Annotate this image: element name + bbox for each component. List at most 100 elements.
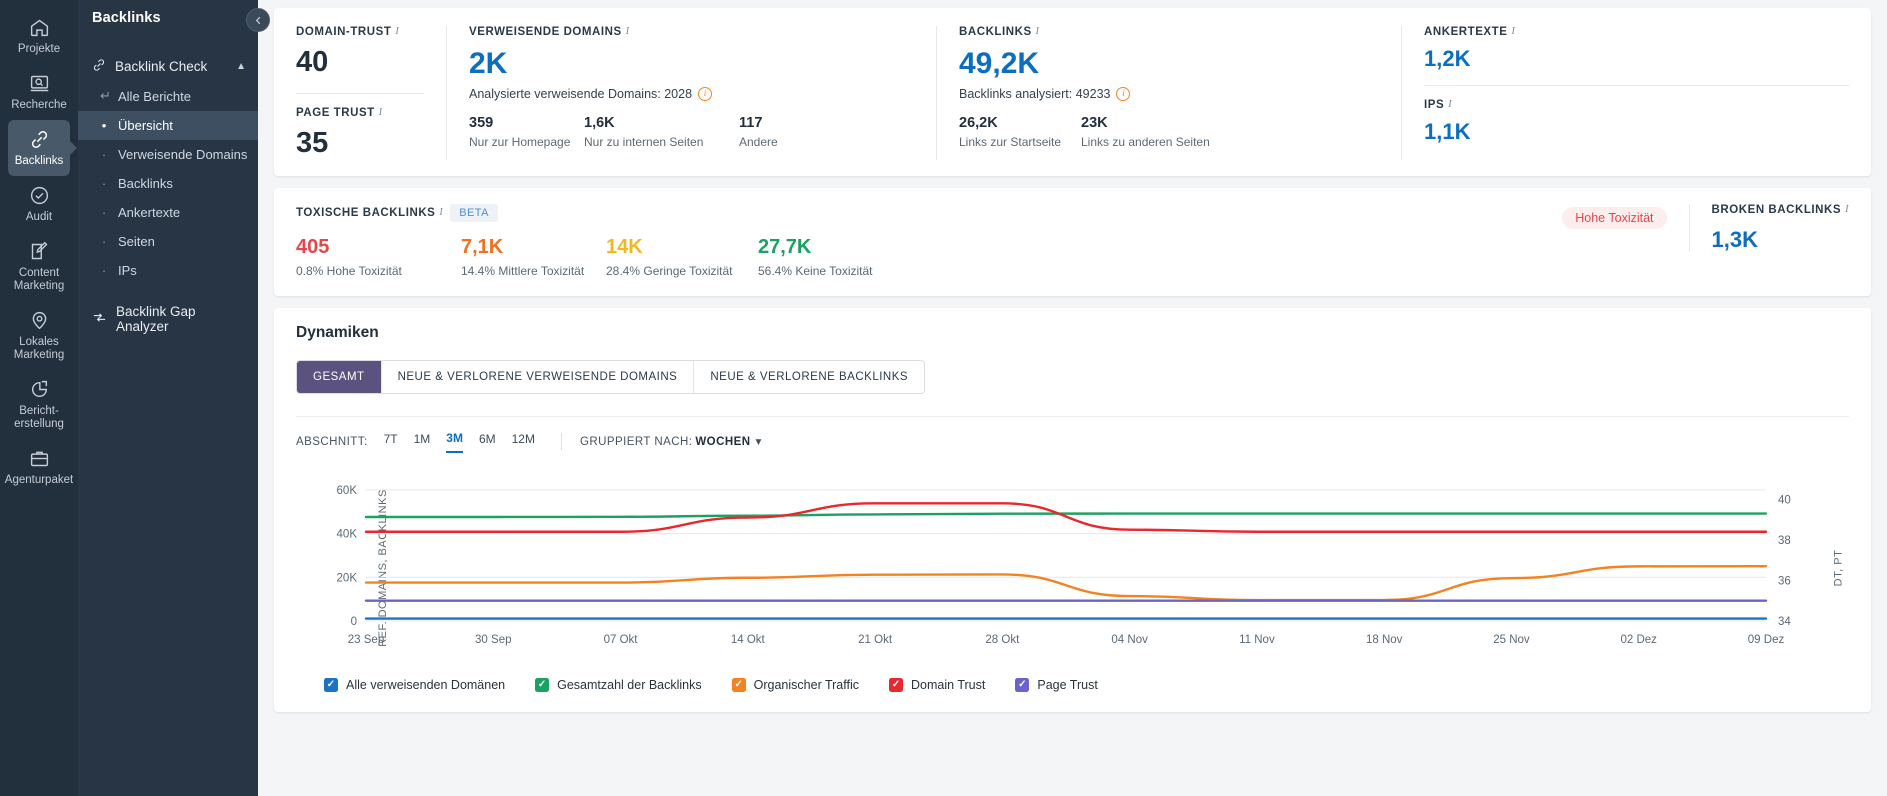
sidebar-item-label: Alle Berichte	[118, 88, 191, 104]
backlinks-subtext: Backlinks analysiert: 49233 i	[959, 87, 1379, 101]
toxic-backlinks-label: TOXISCHE BACKLINKS i	[296, 206, 444, 219]
checkbox-checked-icon: ✓	[731, 677, 746, 692]
tab-gesamt[interactable]: GESAMT	[297, 360, 382, 393]
svg-text:11 Nov: 11 Nov	[1239, 634, 1275, 646]
period-3m[interactable]: 3M	[446, 431, 463, 453]
rail-item-backlinks[interactable]: Backlinks	[8, 120, 70, 176]
sidebar-item-uebersicht[interactable]: • Übersicht	[78, 111, 258, 140]
sidebar-item-seiten[interactable]: · Seiten	[78, 227, 258, 256]
info-icon[interactable]: i	[379, 107, 383, 118]
period-6m[interactable]: 6M	[479, 432, 496, 452]
sidebar-item-ips[interactable]: · IPs	[78, 256, 258, 285]
rail-item-content-marketing[interactable]: Content Marketing	[0, 232, 78, 301]
rail-item-agenturpaket[interactable]: Agenturpaket	[0, 439, 78, 495]
briefcase-icon	[29, 448, 50, 469]
rail-item-lokales-marketing[interactable]: Lokales Marketing	[0, 301, 78, 370]
broken-backlinks-section: BROKEN BACKLINKS i 1,3K	[1688, 203, 1849, 252]
legend-item-domain-trust[interactable]: ✓ Domain Trust	[889, 677, 986, 692]
backlinks-value[interactable]: 49,2K	[959, 47, 1379, 80]
svg-text:40: 40	[1778, 494, 1791, 506]
grouped-by-label: GRUPPIERT NACH:	[579, 435, 693, 448]
sidebar-title: Backlinks	[92, 10, 161, 26]
rail-item-label: Recherche	[11, 99, 67, 111]
rail-item-label: Bericht- erstellung	[14, 405, 64, 430]
toxic-item-keine[interactable]: 27,7K 56.4% Keine Toxizität	[758, 236, 873, 278]
rail-item-audit[interactable]: Audit	[0, 176, 78, 232]
rail-item-label: Agenturpaket	[4, 474, 74, 486]
checkbox-checked-icon: ✓	[889, 677, 904, 692]
svg-text:18 Nov: 18 Nov	[1366, 634, 1403, 646]
svg-text:40K: 40K	[337, 528, 358, 540]
rail-item-projekte[interactable]: Projekte	[0, 8, 78, 64]
page-trust-label: PAGE TRUST i	[296, 106, 383, 119]
tab-neue-verlorene-verweisende-domains[interactable]: NEUE & VERLORENE VERWEISENDE DOMAINS	[381, 360, 695, 393]
svg-text:28 Okt: 28 Okt	[985, 634, 1020, 646]
svg-text:04 Nov: 04 Nov	[1111, 634, 1148, 646]
edit-square-icon	[29, 241, 50, 262]
toxic-item-gering[interactable]: 14K 28.4% Geringe Toxizität	[606, 236, 758, 278]
grouped-by-dropdown[interactable]: GRUPPIERT NACH: WOCHEN ▼	[580, 436, 764, 448]
period-label: ABSCHNITT:	[296, 435, 368, 448]
rail-item-berichterstellung[interactable]: Bericht- erstellung	[0, 370, 78, 439]
info-icon[interactable]: i	[1448, 99, 1452, 110]
rail-item-label: Lokales Marketing	[13, 336, 65, 361]
info-icon[interactable]: i	[439, 207, 443, 218]
referring-domains-value[interactable]: 2K	[469, 47, 914, 80]
svg-text:25 Nov: 25 Nov	[1493, 634, 1530, 646]
sidebar-item-ankertexte[interactable]: · Ankertexte	[78, 198, 258, 227]
divider	[1424, 85, 1849, 87]
period-1m[interactable]: 1M	[414, 432, 431, 452]
divider	[560, 433, 562, 451]
legend-label: Domain Trust	[911, 677, 986, 692]
info-circle-icon[interactable]: i	[1116, 87, 1131, 101]
checkbox-checked-icon: ✓	[324, 677, 338, 692]
anchor-texts-value[interactable]: 1,2K	[1424, 46, 1849, 71]
period-7t[interactable]: 7T	[384, 432, 398, 452]
sidebar-collapse-button[interactable]	[246, 8, 270, 32]
broken-backlinks-value[interactable]: 1,3K	[1712, 227, 1849, 252]
domain-trust-value: 40	[296, 46, 329, 78]
beta-badge[interactable]: BETA	[450, 203, 498, 222]
svg-text:0: 0	[351, 616, 357, 628]
svg-text:34: 34	[1778, 616, 1791, 628]
legend-item-verweisende-domaenen[interactable]: ✓ Alle verweisenden Domänen	[324, 677, 505, 692]
info-icon[interactable]: i	[626, 26, 630, 37]
sidebar-item-label: Seiten	[118, 234, 155, 249]
info-icon[interactable]: i	[1845, 204, 1849, 215]
info-icon[interactable]: i	[1036, 26, 1040, 37]
sidebar-item-label: Ankertexte	[118, 205, 181, 220]
high-toxicity-badge[interactable]: Hohe Toxizität	[1562, 206, 1667, 229]
tab-neue-verlorene-backlinks[interactable]: NEUE & VERLORENE BACKLINKS	[694, 360, 925, 393]
info-icon[interactable]: i	[1511, 26, 1515, 37]
divider	[296, 92, 424, 94]
split-other: 117 Andere	[739, 115, 778, 149]
rail-item-recherche[interactable]: Recherche	[0, 64, 78, 120]
kpi-referring-domains-column: VERWEISENDE DOMAINS i 2K Analysierte ver…	[446, 26, 936, 160]
toxic-values-row: 405 0.8% Hohe Toxizität 7,1K 14.4% Mittl…	[296, 236, 926, 278]
legend-item-gesamtzahl-backlinks[interactable]: ✓ Gesamtzahl der Backlinks	[535, 677, 702, 692]
info-circle-icon[interactable]: i	[698, 87, 713, 101]
ips-value[interactable]: 1,1K	[1424, 119, 1849, 144]
chevron-up-icon: ▲	[236, 61, 246, 72]
dash-icon: ·	[101, 263, 107, 278]
primary-nav-rail: Projekte Recherche Backlinks Audit Conte…	[0, 0, 78, 796]
sidebar-item-backlink-gap-analyzer[interactable]: Backlink Gap Analyzer	[78, 297, 258, 341]
sidebar-item-backlinks[interactable]: · Backlinks	[78, 169, 258, 198]
chart-legend: ✓ Alle verweisenden Domänen ✓ Gesamtzahl…	[296, 666, 1849, 706]
legend-item-organischer-traffic[interactable]: ✓ Organischer Traffic	[731, 677, 860, 692]
period-selector-bar: ABSCHNITT: 7T 1M 3M 6M 12M GRUPPIERT NAC…	[296, 415, 1849, 453]
info-icon[interactable]: i	[395, 26, 399, 37]
toxic-item-mittel[interactable]: 7,1K 14.4% Mittlere Toxizität	[461, 236, 606, 278]
sidebar-group-backlink-check: Backlink Check ▲ ↵ Alle Berichte • Übers…	[78, 52, 258, 341]
legend-item-page-trust[interactable]: ✓ Page Trust	[1015, 677, 1098, 692]
svg-text:14 Okt: 14 Okt	[731, 634, 766, 646]
sidebar-item-alle-berichte[interactable]: ↵ Alle Berichte	[78, 81, 258, 111]
legend-label: Organischer Traffic	[753, 677, 860, 692]
grouped-by-value: WOCHEN	[695, 435, 751, 448]
sidebar-group-header[interactable]: Backlink Check ▲	[78, 52, 258, 81]
sidebar-item-verweisende-domains[interactable]: · Verweisende Domains	[78, 140, 258, 169]
toxic-item-hoch[interactable]: 405 0.8% Hohe Toxizität	[296, 236, 461, 278]
period-12m[interactable]: 12M	[512, 432, 535, 452]
dynamics-chart: REF. DOMAINS, BACKLINKS DT, PT 0 20K 40K 60…	[296, 471, 1849, 666]
toxic-left-section: TOXISCHE BACKLINKS i BETA 405 0.8% Hohe …	[296, 203, 926, 278]
